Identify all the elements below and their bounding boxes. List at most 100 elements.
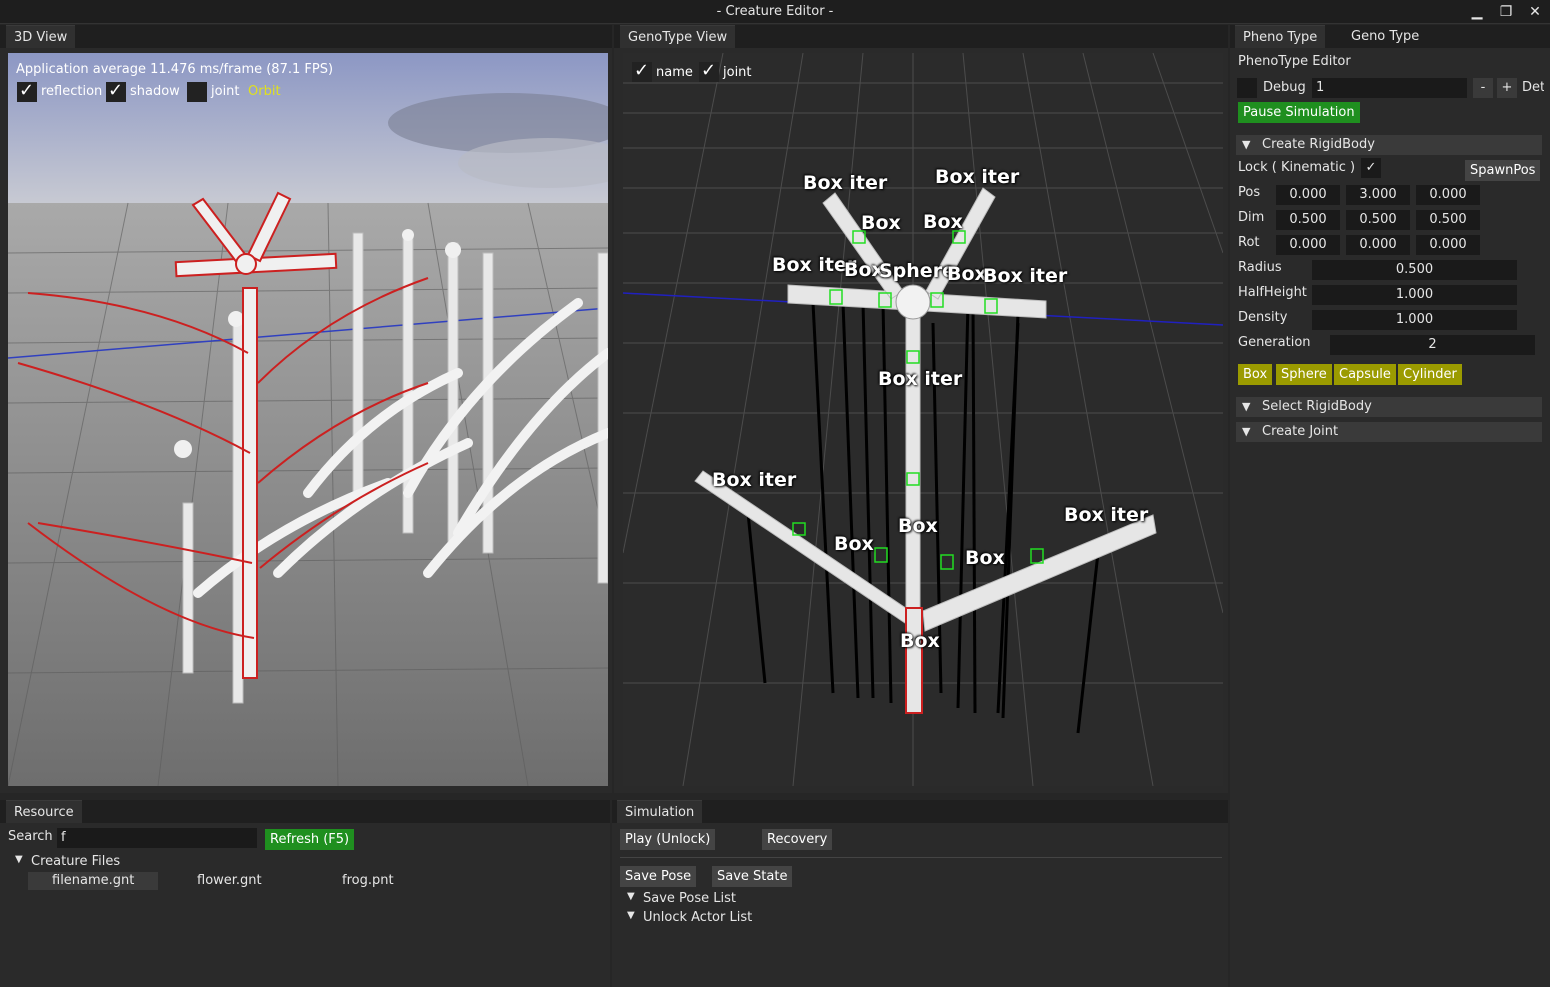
3d-viewport[interactable]: Application average 11.476 ms/frame (87.… — [8, 53, 608, 786]
node-label: Box iter — [878, 368, 963, 390]
save-pose-button[interactable]: Save Pose — [620, 866, 697, 887]
generation-label: Generation — [1238, 335, 1311, 350]
density-input[interactable]: 1.000 — [1312, 310, 1517, 330]
recovery-button[interactable]: Recovery — [762, 829, 833, 850]
node-label: Sphere — [879, 260, 955, 282]
lock-kinematic-checkbox[interactable]: ✓ — [1361, 158, 1381, 178]
tab-resource[interactable]: Resource — [6, 800, 82, 823]
spawnpos-button[interactable]: SpawnPos — [1465, 160, 1541, 181]
node-label: Box — [861, 212, 901, 234]
select-rigidbody-label: Select RigidBody — [1262, 399, 1372, 414]
file-item-selected[interactable]: filename.gnt — [28, 872, 158, 890]
dim-z-input[interactable]: 0.500 — [1416, 210, 1480, 230]
collapse-arrow-icon: ▼ — [1242, 425, 1251, 438]
file-item[interactable]: flower.gnt — [197, 873, 262, 888]
3d-scene — [8, 53, 608, 786]
rot-y-input[interactable]: 0.000 — [1346, 235, 1410, 255]
node-label: Box iter — [712, 469, 797, 491]
tab-geno-type[interactable]: Geno Type — [1343, 25, 1427, 48]
lock-kinematic-label: Lock ( Kinematic ) — [1238, 160, 1356, 175]
reflection-checkbox[interactable] — [17, 80, 37, 102]
window-title: - Creature Editor - — [716, 4, 834, 19]
rot-label: Rot — [1238, 235, 1260, 250]
joint-toggle-checkbox[interactable] — [699, 60, 719, 82]
tree-expand-icon[interactable]: ▼ — [15, 854, 23, 865]
node-label: Box — [965, 547, 1005, 569]
pause-simulation-button[interactable]: Pause Simulation — [1238, 102, 1360, 123]
shadow-label: shadow — [130, 84, 180, 99]
debug-decrement-button[interactable]: - — [1473, 78, 1493, 98]
generation-input[interactable]: 2 — [1330, 335, 1535, 355]
det-label: Det — [1522, 80, 1544, 95]
create-rigidbody-header[interactable]: ▼ Create RigidBody — [1236, 135, 1542, 155]
search-input[interactable]: f — [57, 828, 257, 848]
density-label: Density — [1238, 310, 1288, 325]
halfheight-input[interactable]: 1.000 — [1312, 285, 1517, 305]
shadow-checkbox[interactable] — [106, 80, 126, 102]
name-checkbox[interactable] — [632, 60, 652, 82]
fps-readout: Application average 11.476 ms/frame (87.… — [16, 62, 334, 77]
shape-sphere-button[interactable]: Sphere — [1276, 364, 1332, 385]
node-label: Box — [834, 533, 874, 555]
shape-capsule-button[interactable]: Capsule — [1334, 364, 1396, 385]
pos-z-input[interactable]: 0.000 — [1416, 185, 1480, 205]
rot-x-input[interactable]: 0.000 — [1276, 235, 1340, 255]
refresh-button[interactable]: Refresh (F5) — [265, 829, 355, 850]
node-label: Box — [898, 515, 938, 537]
debug-input[interactable]: 1 — [1312, 78, 1467, 98]
creature-files-node[interactable]: Creature Files — [31, 854, 120, 869]
file-item[interactable]: frog.pnt — [342, 873, 394, 888]
debug-increment-button[interactable]: + — [1497, 78, 1517, 98]
unlock-actor-list-node[interactable]: Unlock Actor List — [643, 910, 752, 925]
radius-input[interactable]: 0.500 — [1312, 260, 1517, 280]
collapse-arrow-icon: ▼ — [1242, 138, 1251, 151]
debug-label: Debug — [1263, 80, 1306, 95]
minimize-icon[interactable]: ▁ — [1464, 2, 1490, 22]
maximize-icon[interactable]: ❐ — [1493, 2, 1519, 22]
simulation-header — [612, 800, 1228, 823]
shape-cylinder-button[interactable]: Cylinder — [1398, 364, 1462, 385]
tree-expand-icon[interactable]: ▼ — [627, 910, 635, 921]
save-state-button[interactable]: Save State — [712, 866, 793, 887]
dim-x-input[interactable]: 0.500 — [1276, 210, 1340, 230]
rot-z-input[interactable]: 0.000 — [1416, 235, 1480, 255]
title-bar: - Creature Editor - ▁ ❐ ✕ — [0, 0, 1550, 24]
play-unlock-button[interactable]: Play (Unlock) — [620, 829, 716, 850]
tab-simulation[interactable]: Simulation — [617, 800, 703, 823]
tab-genotype-view[interactable]: GenoType View — [620, 25, 736, 48]
node-label: Box — [947, 263, 987, 285]
pos-x-input[interactable]: 0.000 — [1276, 185, 1340, 205]
node-label: Box iter — [1064, 504, 1149, 526]
radius-label: Radius — [1238, 260, 1282, 275]
select-rigidbody-header[interactable]: ▼ Select RigidBody — [1236, 397, 1542, 417]
genotype-scene — [623, 53, 1223, 786]
halfheight-label: HalfHeight — [1238, 285, 1307, 300]
tree-expand-icon[interactable]: ▼ — [627, 891, 635, 902]
node-label: Box iter — [935, 166, 1020, 188]
orbit-mode-label: Orbit — [248, 84, 281, 99]
save-pose-list-node[interactable]: Save Pose List — [643, 891, 736, 906]
phenotype-editor-title: PhenoType Editor — [1238, 54, 1351, 69]
node-label: Box — [900, 630, 940, 652]
joint-label: joint — [211, 84, 240, 99]
create-joint-header[interactable]: ▼ Create Joint — [1236, 422, 1542, 442]
node-label: Box — [844, 259, 884, 281]
create-joint-label: Create Joint — [1262, 424, 1339, 439]
genotype-viewport[interactable]: name joint Box iter Box iter Box Box Box… — [623, 53, 1223, 786]
tab-3d-view[interactable]: 3D View — [6, 25, 76, 48]
dim-label: Dim — [1238, 210, 1265, 225]
resource-header — [0, 800, 610, 823]
debug-checkbox[interactable] — [1237, 78, 1257, 98]
create-rigidbody-label: Create RigidBody — [1262, 137, 1375, 152]
node-label: Box iter — [803, 172, 888, 194]
pos-y-input[interactable]: 3.000 — [1346, 185, 1410, 205]
pos-label: Pos — [1238, 185, 1261, 200]
dim-y-input[interactable]: 0.500 — [1346, 210, 1410, 230]
collapse-arrow-icon: ▼ — [1242, 400, 1251, 413]
close-icon[interactable]: ✕ — [1522, 2, 1548, 22]
node-label: Box iter — [983, 265, 1068, 287]
node-label: Box — [923, 211, 963, 233]
tab-pheno-type[interactable]: Pheno Type — [1235, 25, 1326, 48]
shape-box-button[interactable]: Box — [1238, 364, 1273, 385]
joint-checkbox[interactable] — [187, 82, 207, 102]
